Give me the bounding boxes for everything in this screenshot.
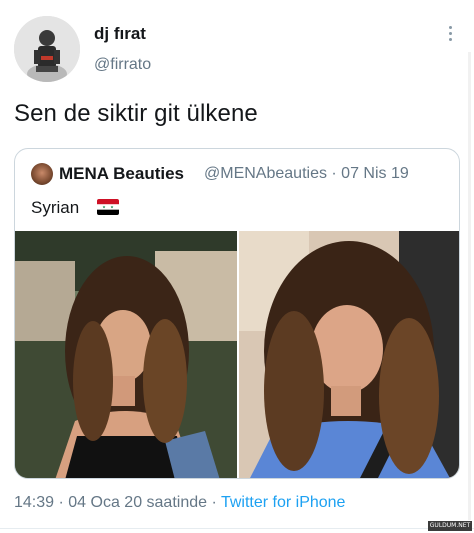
quoted-author-meta: @MENAbeauties · 07 Nis 19 xyxy=(204,165,409,182)
syria-flag-icon xyxy=(97,199,119,215)
quoted-tweet-card[interactable]: MENA Beauties @MENAbeauties · 07 Nis 19 … xyxy=(14,148,460,479)
client-link[interactable]: Twitter for iPhone xyxy=(221,494,346,511)
quoted-tweet-text: Syrian xyxy=(31,198,80,217)
scrollbar[interactable] xyxy=(468,52,471,520)
watermark: GULDUM.NET xyxy=(428,521,472,531)
tweet: dj fırat @firrato Sen de siktir git ülke… xyxy=(0,0,474,533)
author-display-name[interactable]: dj fırat xyxy=(94,24,146,44)
quoted-author-name[interactable]: MENA Beauties xyxy=(59,164,184,184)
profile-avatar[interactable] xyxy=(14,16,80,82)
tweet-timestamp: 14:39 · 04 Oca 20 saatinde · Twitter for… xyxy=(14,494,345,512)
author-handle[interactable]: @firrato xyxy=(94,56,151,74)
quoted-author-avatar[interactable] xyxy=(31,163,53,185)
more-vertical-icon[interactable] xyxy=(444,26,456,46)
divider xyxy=(0,528,474,529)
photo-right[interactable] xyxy=(239,231,459,478)
timestamp-text: 14:39 · 04 Oca 20 saatinde · xyxy=(14,494,221,511)
tweet-text: Sen de siktir git ülkene xyxy=(14,100,258,127)
photo-left[interactable] xyxy=(15,231,237,478)
